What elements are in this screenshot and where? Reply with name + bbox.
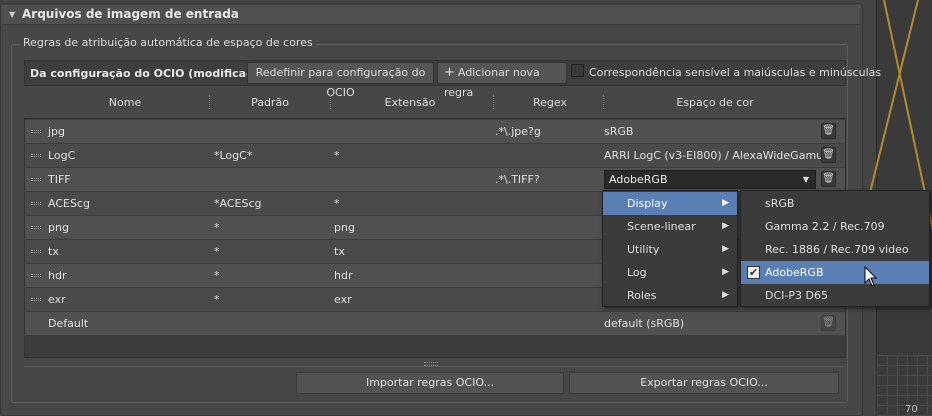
trash-icon[interactable]: 🗑 [821, 123, 836, 139]
drag-handle-icon[interactable] [31, 202, 41, 205]
menu-item-label: Rec. 1886 / Rec.709 video [765, 243, 909, 256]
cell-pattern: * [214, 221, 220, 234]
cell-extension: tx [334, 245, 345, 258]
menu-item-label: Roles [627, 289, 657, 302]
cell-pattern: * [214, 293, 220, 306]
menu-item-label: sRGB [765, 197, 795, 210]
menu-item-adobergb[interactable]: ✔ AdobeRGB [741, 261, 929, 284]
cell-name: exr [48, 293, 66, 306]
menu-item-label: Log [627, 266, 647, 279]
cell-colorspace: sRGB [604, 125, 634, 138]
column-separator[interactable] [603, 95, 605, 109]
rollout-title: Arquivos de imagem de entrada [22, 7, 239, 21]
export-rules-button[interactable]: Exportar regras OCIO... [569, 372, 839, 394]
table-row[interactable]: TIFF .*\.TIFF? AdobeRGB ▼ 🗑 [25, 168, 845, 191]
cell-pattern: *LogC* [214, 149, 253, 162]
drag-handle-icon[interactable] [31, 298, 41, 301]
add-rule-button[interactable]: + Adicionar nova regra [437, 62, 567, 99]
menu-item-roles[interactable]: Roles ▶ [603, 284, 737, 307]
cell-name: jpg [48, 125, 66, 138]
plus-icon: + [444, 65, 455, 80]
trash-icon: 🗑 [821, 315, 836, 331]
divider [24, 366, 846, 367]
mouse-cursor-icon [864, 266, 878, 287]
menu-item-label: Gamma 2.2 / Rec.709 [765, 220, 885, 233]
group-label: Regras de atribuição automática de espaç… [20, 36, 316, 49]
menu-item-dci-p3[interactable]: DCI-P3 D65 [741, 284, 929, 307]
menu-item-rec1886[interactable]: Rec. 1886 / Rec.709 video [741, 238, 929, 261]
config-title: Da configuração do OCIO (modificado) [30, 67, 267, 80]
column-header-regex[interactable]: Regex [510, 96, 590, 109]
submenu-arrow-icon: ▶ [722, 198, 729, 208]
cell-name: tx [48, 245, 59, 258]
drag-handle-icon[interactable] [31, 226, 41, 229]
column-header-name[interactable]: Nome [90, 96, 160, 109]
menu-item-srgb[interactable]: sRGB [741, 192, 929, 215]
drag-handle-icon[interactable] [31, 250, 41, 253]
column-separator[interactable] [330, 95, 332, 109]
cell-extension: png [334, 221, 355, 234]
cell-name: Default [48, 317, 89, 330]
column-separator[interactable] [493, 95, 495, 109]
trash-icon[interactable]: 🗑 [821, 147, 836, 163]
cell-pattern: * [214, 269, 220, 282]
dropdown-arrow-icon[interactable]: ▼ [803, 171, 809, 188]
cell-name: png [48, 221, 69, 234]
cell-pattern: *ACEScg [214, 197, 262, 210]
import-rules-button[interactable]: Importar regras OCIO... [296, 372, 564, 394]
table-row[interactable]: Default default (sRGB) 🗑 [25, 312, 845, 335]
colorspace-family-menu: Display ▶ Scene-linear ▶ Utility ▶ Log ▶ Rol… [602, 190, 738, 307]
submenu-arrow-icon: ▶ [722, 290, 729, 300]
case-sensitive-label: Correspondência sensível a maiúsculas e … [589, 66, 882, 79]
menu-item-label: Scene-linear [627, 220, 696, 233]
cell-name: TIFF [48, 173, 71, 186]
display-colorspace-menu: sRGB Gamma 2.2 / Rec.709 Rec. 1886 / Rec… [740, 190, 930, 307]
menu-item-label: Utility [627, 243, 660, 256]
cell-extension: exr [334, 293, 352, 306]
trash-icon[interactable]: 🗑 [821, 171, 836, 187]
menu-item-log[interactable]: Log ▶ [603, 261, 737, 284]
collapse-triangle-icon[interactable]: ▼ [9, 10, 15, 19]
cell-name: ACEScg [48, 197, 90, 210]
dropdown-value: AdobeRGB [609, 173, 668, 186]
checkmark-icon: ✔ [747, 266, 760, 279]
cell-regex: .*\.jpe?g [495, 125, 541, 138]
rollout-header[interactable]: ▼ Arquivos de imagem de entrada [2, 5, 860, 25]
ruler-value: 70 [905, 404, 918, 415]
submenu-arrow-icon: ▶ [722, 267, 729, 277]
submenu-arrow-icon: ▶ [722, 244, 729, 254]
menu-item-label: Display [627, 197, 668, 210]
menu-item-scene-linear[interactable]: Scene-linear ▶ [603, 215, 737, 238]
cell-regex: .*\.TIFF? [495, 173, 540, 186]
table-row[interactable]: LogC *LogC* * ARRI LogC (v3-EI800) / Ale… [25, 144, 845, 167]
colorspace-dropdown[interactable]: AdobeRGB ▼ [604, 170, 816, 189]
submenu-arrow-icon: ▶ [722, 221, 729, 231]
menu-item-display[interactable]: Display ▶ [603, 192, 737, 215]
cell-colorspace: ARRI LogC (v3-EI800) / AlexaWideGamut [604, 149, 828, 162]
table-row[interactable]: jpg .*\.jpe?g sRGB 🗑 [25, 120, 845, 143]
reset-config-button[interactable]: Redefinir para configuração do OCIO [247, 62, 434, 99]
column-header-colorspace[interactable]: Espaço de cor [660, 96, 770, 109]
drag-handle-icon[interactable] [31, 274, 41, 277]
cell-name: LogC [48, 149, 76, 162]
case-sensitive-checkbox[interactable] [571, 64, 584, 77]
cell-extension: * [334, 197, 340, 210]
menu-item-label: DCI-P3 D65 [765, 289, 828, 302]
column-header-pattern[interactable]: Padrão [230, 96, 310, 109]
cell-extension: hdr [334, 269, 353, 282]
menu-item-gamma22[interactable]: Gamma 2.2 / Rec.709 [741, 215, 929, 238]
cell-name: hdr [48, 269, 67, 282]
drag-handle-icon[interactable] [31, 130, 41, 133]
cell-extension: * [334, 149, 340, 162]
resize-handle-icon[interactable] [424, 362, 438, 366]
drag-handle-icon[interactable] [31, 178, 41, 181]
cell-colorspace: default (sRGB) [604, 317, 685, 330]
column-separator[interactable] [209, 95, 211, 109]
cell-pattern: * [214, 245, 220, 258]
drag-handle-icon[interactable] [31, 154, 41, 157]
menu-item-utility[interactable]: Utility ▶ [603, 238, 737, 261]
column-header-extension[interactable]: Extensão [370, 96, 450, 109]
